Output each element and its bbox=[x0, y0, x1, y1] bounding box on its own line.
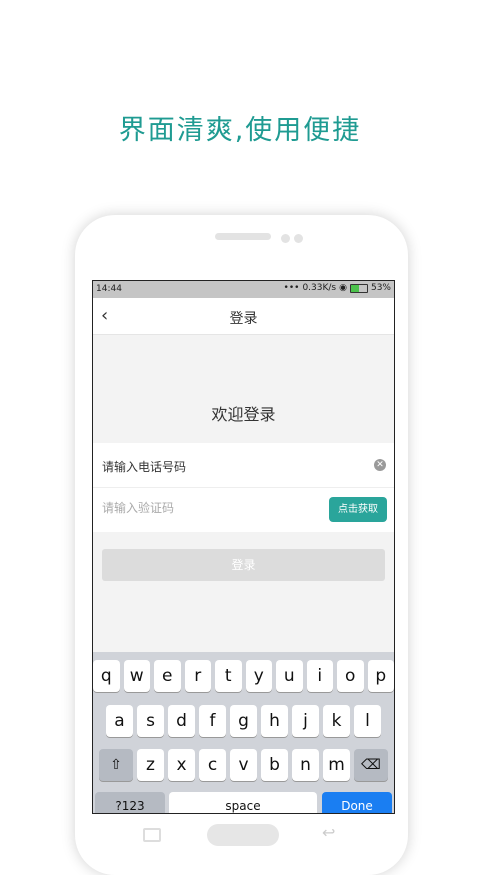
done-key[interactable]: Done bbox=[322, 792, 392, 813]
key-q[interactable]: q bbox=[93, 660, 120, 692]
clear-icon[interactable]: ✕ bbox=[374, 459, 386, 471]
battery-percent: 53% bbox=[370, 283, 391, 293]
hardware-buttons: ↩ bbox=[0, 820, 480, 853]
wifi-icon: ◉ bbox=[339, 283, 347, 293]
key-c[interactable]: c bbox=[199, 749, 226, 781]
welcome-heading: 欢迎登录 bbox=[211, 405, 276, 424]
key-y[interactable]: y bbox=[245, 660, 272, 692]
key-l[interactable]: l bbox=[354, 705, 381, 737]
status-time: 14:44 bbox=[96, 284, 122, 294]
headline-text: 界面清爽,使用便捷 bbox=[118, 115, 362, 146]
key-i[interactable]: i bbox=[306, 660, 333, 692]
key-u[interactable]: u bbox=[276, 660, 303, 692]
shift-key-icon[interactable]: ⇧ bbox=[99, 749, 133, 781]
sensor-icon bbox=[294, 234, 303, 243]
battery-icon bbox=[349, 283, 368, 293]
key-f[interactable]: f bbox=[199, 705, 226, 737]
status-bar: 14:44 ••• 0.33K/s ◉ 53% bbox=[93, 281, 394, 298]
back-arrow-icon[interactable]: ↩ bbox=[322, 823, 335, 842]
phone-row: 请输入电话号码 ✕ bbox=[93, 443, 394, 487]
key-r[interactable]: r bbox=[184, 660, 211, 692]
keyboard-row-1: qwertyuiop bbox=[93, 660, 394, 692]
key-x[interactable]: x bbox=[168, 749, 195, 781]
camera-icon bbox=[281, 234, 290, 243]
speaker-grille bbox=[215, 233, 271, 240]
key-k[interactable]: k bbox=[323, 705, 350, 737]
key-j[interactable]: j bbox=[292, 705, 319, 737]
key-b[interactable]: b bbox=[261, 749, 288, 781]
delete-key-icon[interactable]: ⌫ bbox=[354, 749, 388, 781]
key-o[interactable]: o bbox=[337, 660, 364, 692]
page-title: 登录 bbox=[229, 311, 258, 327]
key-a[interactable]: a bbox=[106, 705, 133, 737]
status-right: ••• 0.33K/s ◉ 53% bbox=[284, 283, 391, 293]
login-button[interactable]: 登录 bbox=[102, 549, 385, 581]
key-g[interactable]: g bbox=[230, 705, 257, 737]
keyboard-row-2: asdfghjkl bbox=[93, 705, 394, 737]
keyboard-row-3-letters: zxcvbnm bbox=[137, 749, 350, 781]
signal-dots-icon: ••• bbox=[283, 283, 300, 293]
keyboard-row-3: ⇧ zxcvbnm ⌫ bbox=[93, 749, 394, 781]
key-e[interactable]: e bbox=[154, 660, 181, 692]
key-s[interactable]: s bbox=[137, 705, 164, 737]
key-z[interactable]: z bbox=[137, 749, 164, 781]
code-input[interactable] bbox=[102, 501, 322, 515]
network-speed: 0.33K/s bbox=[302, 283, 337, 293]
keyboard: qwertyuiop asdfghjkl ⇧ zxcvbnm ⌫ ?123 sp… bbox=[93, 652, 394, 813]
space-key[interactable]: space bbox=[169, 792, 317, 813]
nav-bar: ‹ 登录 bbox=[93, 298, 394, 335]
phone-screen: 14:44 ••• 0.33K/s ◉ 53% ‹ 登录 欢迎登录 请输入电话号… bbox=[92, 280, 395, 814]
key-d[interactable]: d bbox=[168, 705, 195, 737]
key-m[interactable]: m bbox=[323, 749, 350, 781]
key-h[interactable]: h bbox=[261, 705, 288, 737]
key-t[interactable]: t bbox=[215, 660, 242, 692]
key-n[interactable]: n bbox=[292, 749, 319, 781]
recent-apps-icon[interactable] bbox=[143, 828, 161, 842]
numbers-key[interactable]: ?123 bbox=[95, 792, 165, 813]
keyboard-bottom-row: ?123 space Done bbox=[93, 792, 394, 813]
get-code-button[interactable]: 点击获取 bbox=[329, 497, 387, 522]
key-p[interactable]: p bbox=[367, 660, 394, 692]
phone-input[interactable]: 请输入电话号码 bbox=[102, 458, 186, 475]
code-row: 点击获取 bbox=[93, 487, 394, 532]
home-button[interactable] bbox=[207, 824, 279, 846]
key-v[interactable]: v bbox=[230, 749, 257, 781]
key-w[interactable]: w bbox=[123, 660, 150, 692]
login-form: 请输入电话号码 ✕ 点击获取 bbox=[93, 443, 394, 532]
